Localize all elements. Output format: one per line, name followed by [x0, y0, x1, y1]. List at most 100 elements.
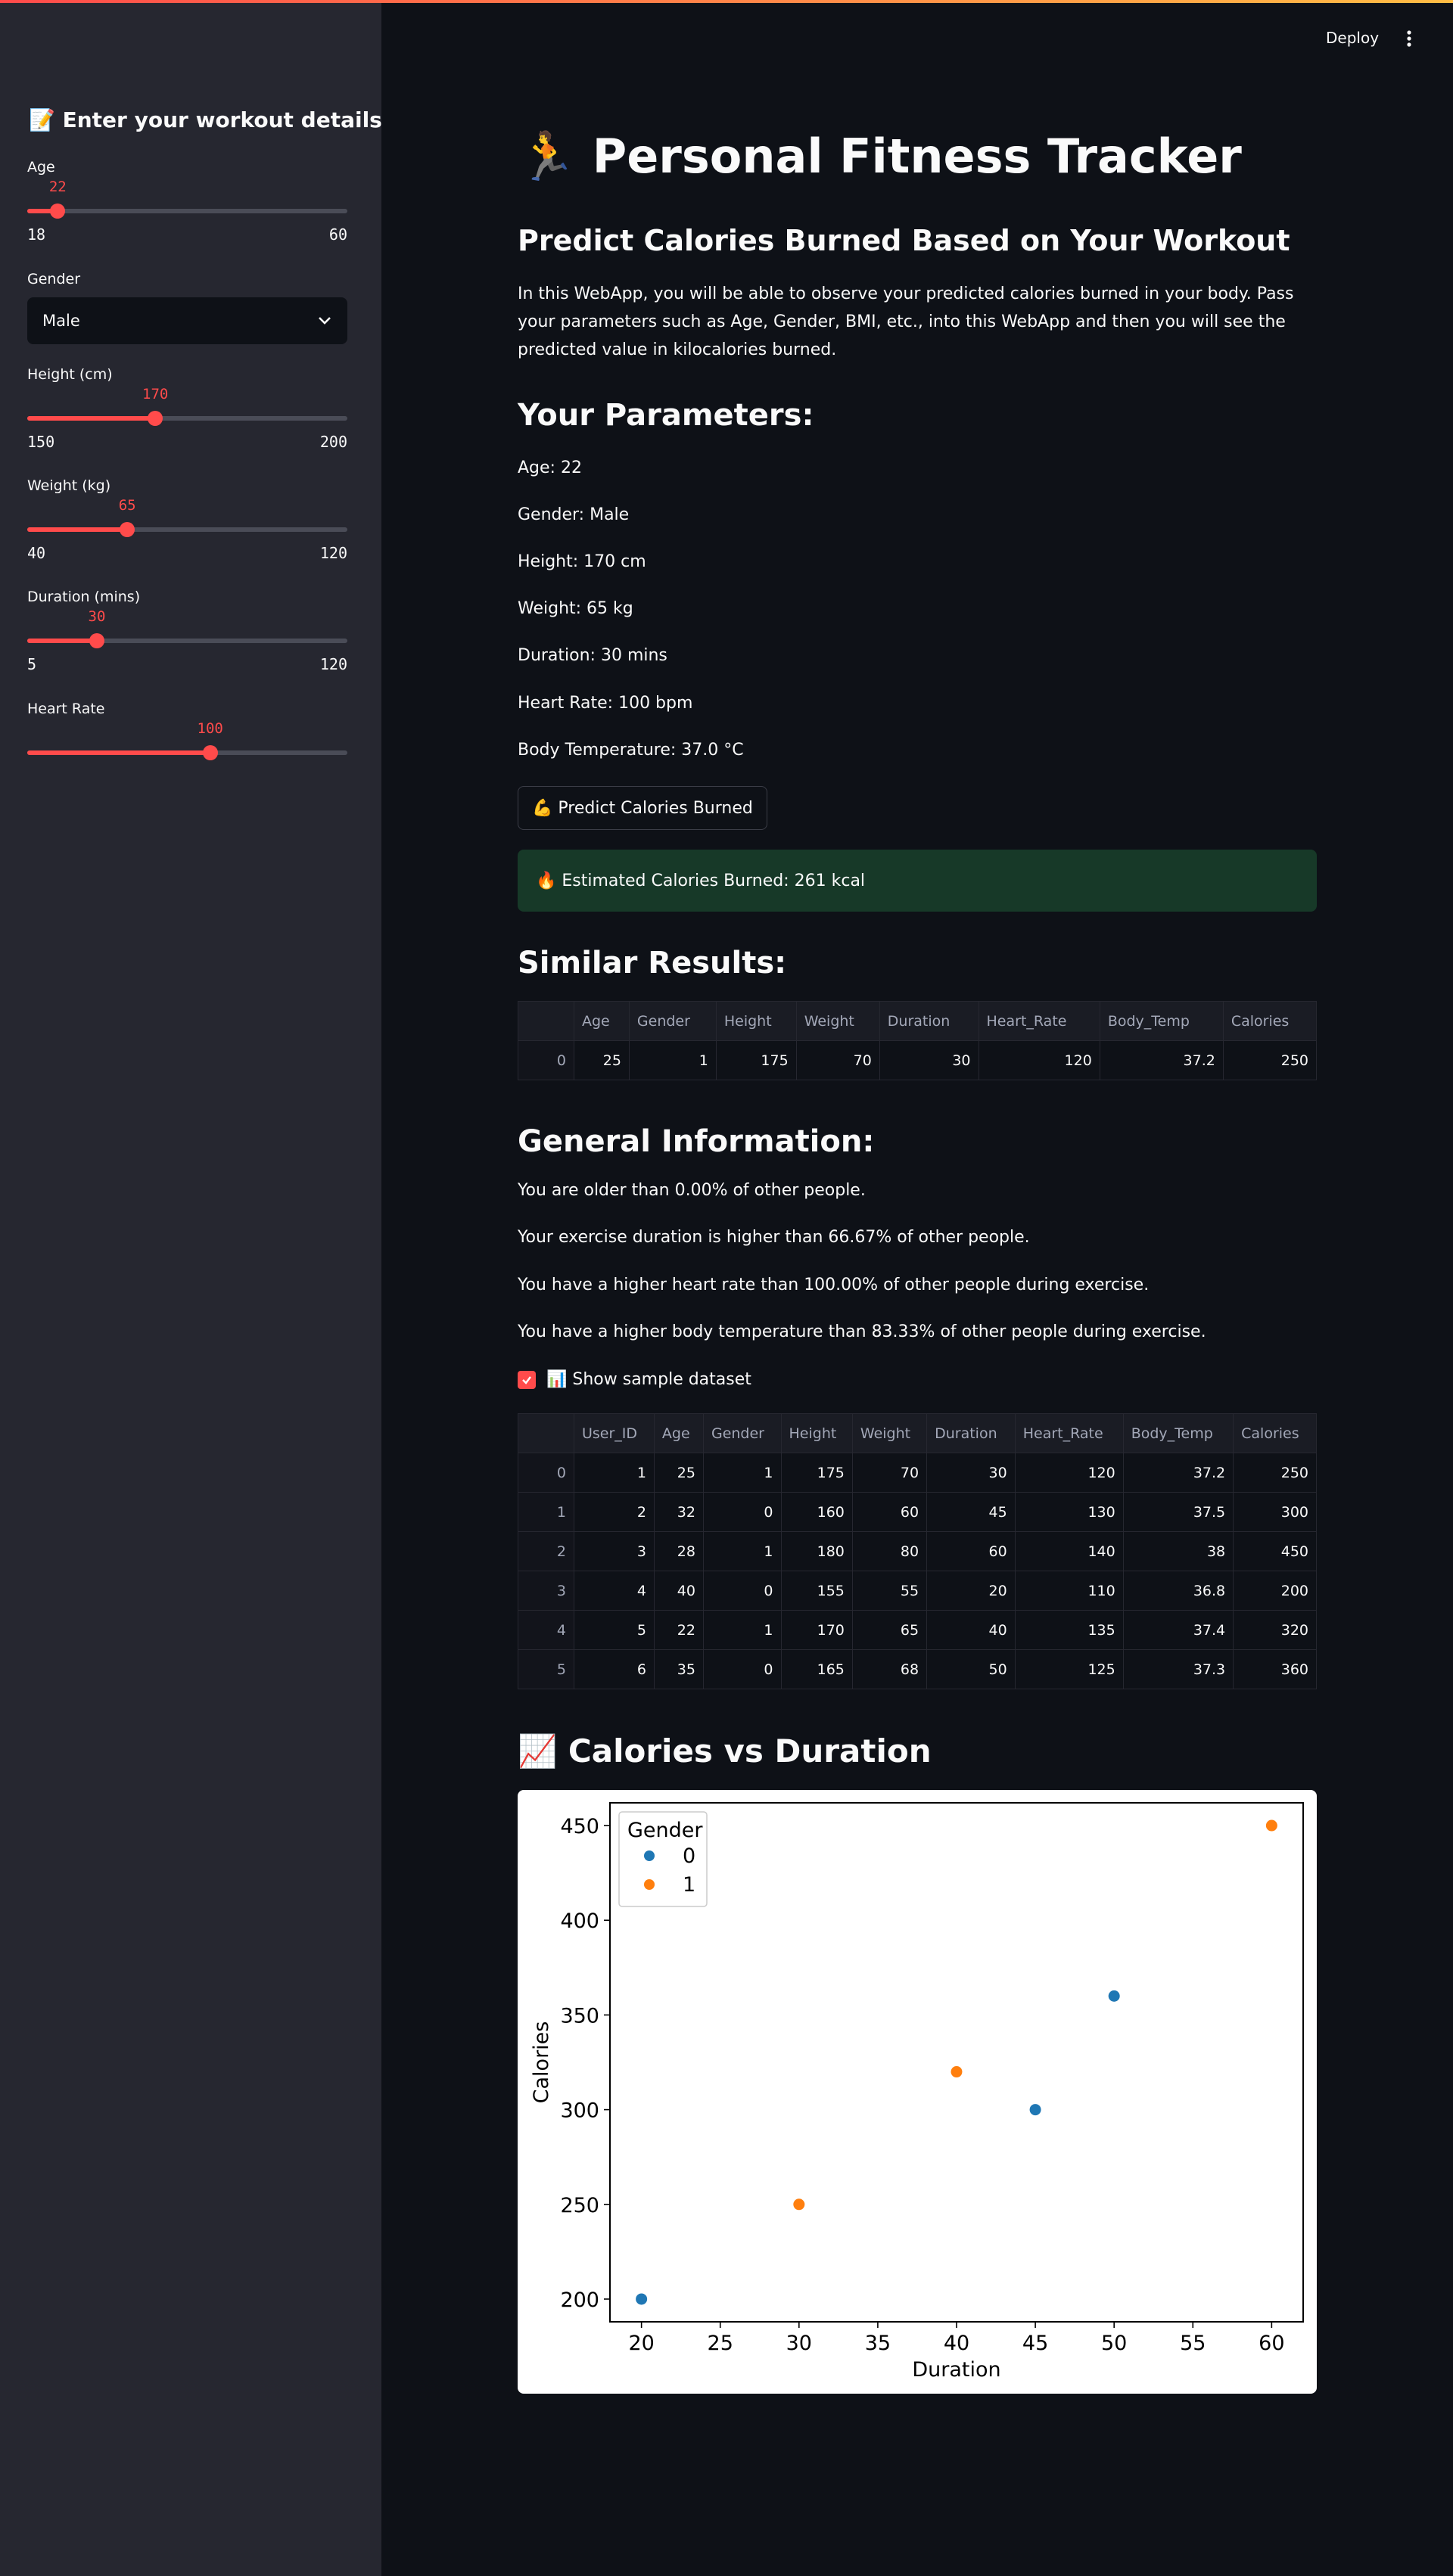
table-row[interactable]: 3 4 40 0 155 55 20 110 36.8 200 — [518, 1571, 1317, 1611]
table-cell: 50 — [926, 1649, 1016, 1689]
table-cell: 37.5 — [1122, 1492, 1234, 1532]
param-weight: Weight: 65 kg — [518, 599, 633, 618]
column-header[interactable]: Body_Temp — [1122, 1413, 1234, 1453]
slider-value: 100 — [197, 720, 223, 737]
table-cell: 175 — [715, 1040, 797, 1080]
param-heart-rate: Heart Rate: 100 bpm — [518, 694, 693, 713]
column-header[interactable]: Calories — [1233, 1413, 1317, 1453]
column-header[interactable]: Age — [574, 1001, 630, 1041]
y-tick-label: 200 — [560, 2289, 599, 2312]
slider-max: 120 — [319, 544, 347, 562]
data-point — [1029, 2104, 1041, 2116]
column-header[interactable]: Duration — [879, 1001, 979, 1041]
table-cell: 25 — [574, 1040, 630, 1080]
slider-track[interactable] — [27, 209, 347, 213]
column-header[interactable]: Heart_Rate — [978, 1001, 1100, 1041]
table-cell: 65 — [851, 1610, 928, 1650]
table-cell: 160 — [780, 1492, 853, 1532]
table-cell: 120 — [1014, 1453, 1124, 1493]
page-subtitle: Predict Calories Burned Based on Your Wo… — [518, 224, 1290, 257]
column-header[interactable]: Weight — [795, 1001, 880, 1041]
table-header-row: User_ID Age Gender Height Weight Duration Hear… — [518, 1413, 1317, 1453]
slider-thumb[interactable] — [202, 745, 218, 760]
similar-results-table[interactable]: Age Gender Height Weight Duration Heart_Rate B… — [518, 1001, 1318, 1080]
column-header[interactable]: Duration — [926, 1413, 1016, 1453]
table-cell: 40 — [926, 1610, 1016, 1650]
table-row[interactable]: 0 1 25 1 175 70 30 120 37.2 250 — [518, 1453, 1317, 1493]
slider-min: 150 — [27, 433, 55, 451]
table-row[interactable]: 0 25 1 175 70 30 120 37.2 250 — [518, 1040, 1318, 1080]
column-header[interactable]: Height — [780, 1413, 853, 1453]
table-cell: 165 — [780, 1649, 853, 1689]
row-index: 0 — [518, 1453, 574, 1493]
column-header[interactable]: Weight — [851, 1413, 928, 1453]
table-cell: 60 — [926, 1531, 1016, 1571]
slider-fill — [27, 750, 210, 755]
slider-fill — [27, 639, 97, 643]
table-cell: 4 — [574, 1571, 655, 1611]
table-cell: 28 — [653, 1531, 704, 1571]
table-row[interactable]: 2 3 28 1 180 80 60 140 38 450 — [518, 1531, 1317, 1571]
slider-max: 120 — [319, 655, 347, 673]
table-cell: 120 — [978, 1040, 1100, 1080]
table-cell: 40 — [653, 1571, 704, 1611]
table-cell: 320 — [1233, 1610, 1317, 1650]
x-tick-label: 20 — [628, 2332, 654, 2355]
table-cell: 38 — [1122, 1531, 1234, 1571]
age-slider[interactable]: 22 18 60 — [27, 171, 347, 244]
table-cell: 37.2 — [1099, 1040, 1224, 1080]
page-title: 🏃 Personal Fitness Tracker — [518, 129, 1242, 184]
height-slider[interactable]: 170 150 200 — [27, 378, 347, 451]
slider-thumb[interactable] — [50, 204, 66, 219]
table-cell: 0 — [702, 1571, 782, 1611]
column-header[interactable]: Height — [715, 1001, 797, 1041]
column-header[interactable]: Body_Temp — [1099, 1001, 1224, 1041]
table-header-row: Age Gender Height Weight Duration Heart_Rate B… — [518, 1001, 1318, 1041]
sample-dataset-table[interactable]: User_ID Age Gender Height Weight Duration Hear… — [518, 1413, 1317, 1689]
table-row[interactable]: 1 2 32 0 160 60 45 130 37.5 300 — [518, 1492, 1317, 1532]
row-index: 1 — [518, 1492, 574, 1532]
predict-calories-button[interactable]: 💪 Predict Calories Burned — [518, 786, 767, 830]
table-row[interactable]: 4 5 22 1 170 65 40 135 37.4 320 — [518, 1610, 1317, 1650]
table-cell: 1 — [628, 1040, 717, 1080]
column-header[interactable]: Heart_Rate — [1014, 1413, 1124, 1453]
column-header[interactable]: User_ID — [574, 1413, 655, 1453]
table-cell: 1 — [702, 1610, 782, 1650]
data-point — [1108, 1990, 1120, 2002]
table-cell: 22 — [653, 1610, 704, 1650]
more-options-icon[interactable] — [1400, 27, 1418, 50]
table-cell: 25 — [653, 1453, 704, 1493]
heart-rate-slider[interactable]: 100 — [27, 713, 347, 773]
table-cell: 45 — [926, 1492, 1016, 1532]
column-header[interactable] — [518, 1413, 574, 1453]
x-tick-label: 30 — [786, 2332, 812, 2355]
table-cell: 20 — [926, 1571, 1016, 1611]
slider-thumb[interactable] — [89, 633, 104, 648]
column-header[interactable]: Calories — [1222, 1001, 1318, 1041]
slider-thumb[interactable] — [120, 522, 135, 537]
column-header[interactable] — [518, 1001, 574, 1041]
column-header[interactable]: Age — [653, 1413, 704, 1453]
column-header[interactable]: Gender — [628, 1001, 717, 1041]
table-cell: 37.2 — [1122, 1453, 1234, 1493]
table-cell: 36.8 — [1122, 1571, 1234, 1611]
table-cell: 175 — [780, 1453, 853, 1493]
table-row[interactable]: 5 6 35 0 165 68 50 125 37.3 360 — [518, 1649, 1317, 1689]
table-cell: 55 — [851, 1571, 928, 1611]
show-dataset-checkbox[interactable]: 📊 Show sample dataset — [518, 1370, 751, 1389]
slider-min: 40 — [27, 544, 46, 562]
param-age: Age: 22 — [518, 458, 582, 477]
duration-slider[interactable]: 30 5 120 — [27, 601, 347, 673]
param-height: Height: 170 cm — [518, 552, 646, 571]
similar-results-heading: Similar Results: — [518, 946, 787, 980]
legend-label: 1 — [683, 1873, 695, 1897]
table-cell: 5 — [574, 1610, 655, 1650]
deploy-button[interactable]: Deploy — [1326, 29, 1379, 47]
gender-select[interactable]: Male — [27, 297, 347, 344]
x-tick-label: 35 — [865, 2332, 891, 2355]
weight-slider[interactable]: 65 40 120 — [27, 489, 347, 562]
checkbox-checked-icon[interactable] — [518, 1370, 536, 1389]
y-tick-label: 300 — [560, 2099, 599, 2123]
column-header[interactable]: Gender — [702, 1413, 782, 1453]
slider-thumb[interactable] — [148, 411, 163, 426]
